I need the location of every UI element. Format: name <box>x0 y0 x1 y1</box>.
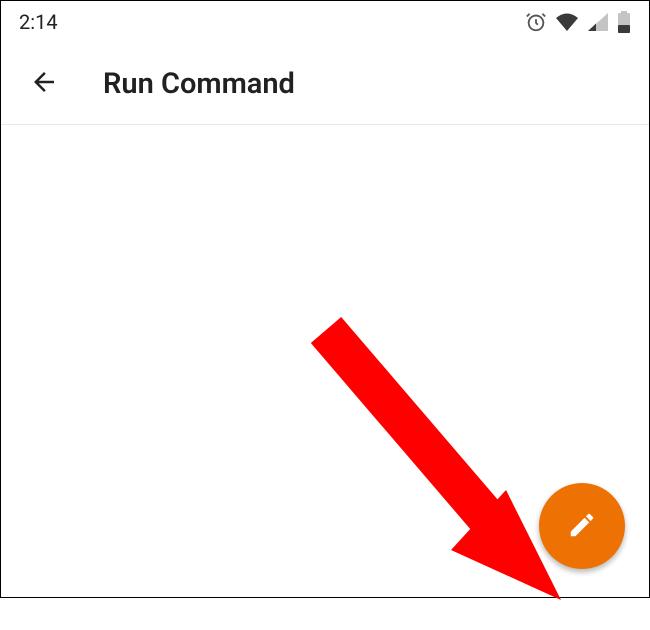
status-icons <box>525 11 631 33</box>
arrow-back-icon <box>29 67 59 100</box>
alarm-icon <box>525 11 547 33</box>
pencil-icon <box>567 510 597 543</box>
back-button[interactable] <box>21 59 67 108</box>
edit-fab-button[interactable] <box>539 483 625 569</box>
battery-icon <box>617 11 631 33</box>
status-time: 2:14 <box>19 10 58 34</box>
cellular-signal-icon <box>587 12 609 32</box>
status-bar: 2:14 <box>1 1 649 43</box>
app-bar: Run Command <box>1 43 649 125</box>
wifi-icon <box>555 12 579 32</box>
annotation-arrow <box>291 300 591 630</box>
page-title: Run Command <box>103 67 295 101</box>
content-area <box>1 125 649 597</box>
